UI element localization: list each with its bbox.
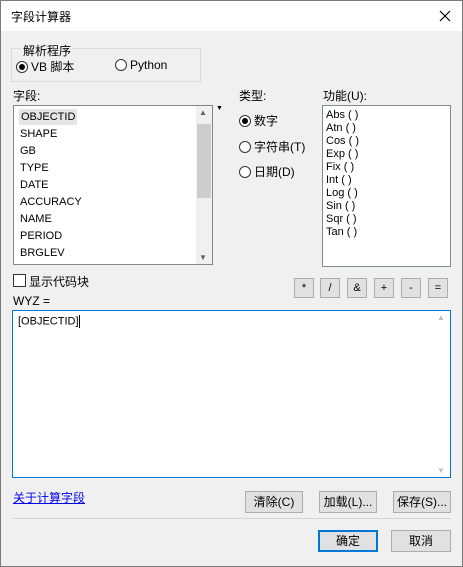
scroll-down-icon[interactable]: ▼ — [437, 466, 445, 475]
function-item-cos[interactable]: Cos ( ) — [326, 135, 359, 148]
fields-scrollbar[interactable]: ▲ ▼ — [196, 106, 212, 264]
dialog-title: 字段计算器 — [11, 10, 72, 24]
operator-concat-button[interactable]: & — [347, 278, 367, 298]
radio-indicator — [239, 114, 251, 127]
field-item-accuracy[interactable]: ACCURACY — [20, 194, 82, 210]
ok-button[interactable]: 确定 — [318, 530, 378, 552]
type-number-radio[interactable]: 数字 — [239, 112, 278, 129]
functions-label: 功能(U): — [323, 89, 367, 103]
field-item-period[interactable]: PERIOD — [20, 228, 62, 244]
about-calculate-field-link[interactable]: 关于计算字段 — [13, 489, 85, 506]
expression-label: WYZ = — [13, 294, 51, 308]
field-item-objectid[interactable]: OBJECTID — [19, 109, 78, 125]
operator-multiply-button[interactable]: * — [294, 278, 314, 298]
footer-divider — [12, 518, 451, 519]
function-item-sqr[interactable]: Sqr ( ) — [326, 213, 357, 226]
fields-list[interactable]: OBJECTID SHAPE GB TYPE DATE ACCURACY NAM… — [13, 105, 213, 265]
function-item-sin[interactable]: Sin ( ) — [326, 200, 355, 213]
type-string-radio[interactable]: 字符串(T) — [239, 138, 305, 155]
operator-divide-button[interactable]: / — [320, 278, 340, 298]
radio-indicator — [16, 60, 28, 73]
function-item-exp[interactable]: Exp ( ) — [326, 148, 358, 161]
show-codeblock-label: 显示代码块 — [29, 275, 90, 289]
close-button[interactable] — [428, 1, 462, 31]
type-string-label: 字符串(T) — [254, 140, 306, 154]
radio-indicator — [239, 165, 251, 178]
type-date-label: 日期(D) — [254, 165, 295, 179]
field-item-type[interactable]: TYPE — [20, 160, 49, 176]
functions-list[interactable]: Abs ( ) Atn ( ) Cos ( ) Exp ( ) Fix ( ) … — [322, 105, 451, 267]
operator-equals-button[interactable]: = — [428, 278, 448, 298]
field-item-brglev[interactable]: BRGLEV — [20, 245, 65, 261]
expression-text: [OBJECTID] — [18, 315, 80, 328]
cancel-button[interactable]: 取消 — [391, 530, 451, 552]
parser-python-label: Python — [130, 58, 168, 72]
fields-label: 字段: — [13, 89, 41, 103]
field-item-gb[interactable]: GB — [20, 143, 36, 159]
function-item-atn[interactable]: Atn ( ) — [326, 122, 356, 135]
type-number-label: 数字 — [254, 114, 279, 128]
function-item-abs[interactable]: Abs ( ) — [326, 109, 358, 122]
scroll-down-icon[interactable]: ▼ — [199, 253, 207, 262]
save-button[interactable]: 保存(S)... — [393, 491, 451, 513]
show-codeblock-checkbox[interactable] — [13, 274, 26, 287]
radio-indicator — [239, 140, 251, 153]
parser-legend: 解析程序 — [21, 42, 74, 59]
expression-textarea[interactable]: [OBJECTID] ▲ ▼ — [12, 310, 451, 478]
scroll-up-icon[interactable]: ▲ — [199, 108, 207, 117]
parser-python-radio[interactable]: Python — [115, 58, 167, 72]
load-button[interactable]: 加载(L)... — [319, 491, 377, 513]
field-item-date[interactable]: DATE — [20, 177, 49, 193]
title-bar: 字段计算器 — [1, 1, 462, 31]
parser-vbscript-radio[interactable]: VB 脚本 — [16, 58, 74, 75]
type-date-radio[interactable]: 日期(D) — [239, 163, 295, 180]
fields-scroll-thumb[interactable] — [197, 124, 211, 198]
field-item-shape[interactable]: SHAPE — [20, 126, 57, 142]
operator-plus-button[interactable]: + — [374, 278, 394, 298]
field-calculator-dialog: 字段计算器 解析程序 VB 脚本 Python 字段: OBJECTID SHA… — [0, 0, 463, 567]
function-item-tan[interactable]: Tan ( ) — [326, 226, 357, 239]
close-icon — [439, 10, 451, 22]
expression-scrollbar[interactable]: ▲ ▼ — [434, 311, 450, 477]
function-item-fix[interactable]: Fix ( ) — [326, 161, 354, 174]
parser-vbscript-label: VB 脚本 — [31, 60, 75, 74]
function-item-log[interactable]: Log ( ) — [326, 187, 358, 200]
sort-dropdown-icon[interactable]: ▼ — [216, 105, 223, 112]
type-label: 类型: — [239, 89, 267, 103]
scroll-up-icon[interactable]: ▲ — [437, 313, 445, 322]
clear-button[interactable]: 清除(C) — [245, 491, 303, 513]
operator-minus-button[interactable]: - — [401, 278, 421, 298]
field-item-name[interactable]: NAME — [20, 211, 52, 227]
radio-indicator — [115, 59, 127, 71]
function-item-int[interactable]: Int ( ) — [326, 174, 352, 187]
